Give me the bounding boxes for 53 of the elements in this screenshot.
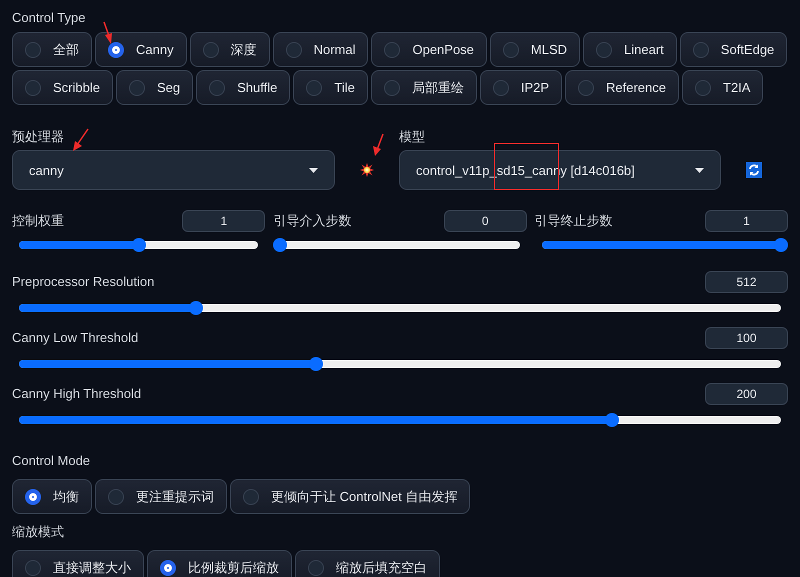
radio-option[interactable]: Shuffle bbox=[196, 70, 290, 105]
section-label: 缩放模式 bbox=[12, 524, 64, 539]
number-field[interactable]: 100 bbox=[705, 327, 788, 349]
section-label: Control Type bbox=[12, 10, 86, 26]
radio-option[interactable]: 缩放后填充空白 bbox=[295, 550, 440, 577]
caret-icon bbox=[694, 168, 704, 172]
annotation-arrow bbox=[103, 22, 112, 44]
radio-option[interactable]: MLSD bbox=[490, 32, 580, 67]
explosion-icon[interactable] bbox=[360, 163, 374, 177]
radio-option[interactable]: Seg bbox=[116, 70, 194, 105]
slider-label: 引导终止步数 bbox=[534, 213, 613, 229]
radio-option[interactable]: Lineart bbox=[583, 32, 677, 67]
number-field[interactable]: 1 bbox=[182, 210, 266, 232]
slider-label: 控制权重 bbox=[12, 213, 64, 229]
number-field[interactable]: 200 bbox=[705, 383, 788, 405]
radio-option[interactable]: Tile bbox=[293, 70, 368, 105]
slider-thumb[interactable] bbox=[132, 238, 146, 252]
number-field[interactable]: 0 bbox=[444, 210, 527, 232]
section-label: Control Mode bbox=[12, 453, 90, 468]
annotation-arrow bbox=[373, 134, 384, 156]
slider-label: Canny High Threshold bbox=[12, 386, 142, 402]
radio-option[interactable]: Scribble bbox=[12, 70, 113, 105]
number-field[interactable]: 512 bbox=[705, 271, 788, 293]
radio-option[interactable]: SoftEdge bbox=[680, 32, 788, 67]
radio-option[interactable]: 全部 bbox=[12, 32, 92, 67]
radio-option[interactable]: OpenPose bbox=[371, 32, 487, 67]
slider-label: Preprocessor Resolution bbox=[12, 274, 154, 290]
radio-option[interactable]: 均衡 bbox=[12, 479, 92, 514]
slider-thumb[interactable] bbox=[273, 238, 288, 252]
radio-option[interactable]: 更注重提示词 bbox=[95, 479, 227, 514]
slider-thumb[interactable] bbox=[309, 357, 324, 371]
caret-icon bbox=[308, 168, 318, 172]
slider-thumb[interactable] bbox=[774, 238, 788, 252]
radio-option[interactable]: 局部重绘 bbox=[370, 70, 477, 105]
field-label: 模型 bbox=[399, 129, 426, 145]
radio-option[interactable]: 更倾向于让 ControlNet 自由发挥 bbox=[230, 479, 470, 514]
slider-thumb[interactable] bbox=[188, 301, 203, 315]
radio-option[interactable]: Canny bbox=[95, 32, 187, 67]
radio-option[interactable]: T2IA bbox=[682, 70, 764, 105]
radio-option[interactable]: IP2P bbox=[480, 70, 562, 105]
number-field[interactable]: 1 bbox=[704, 210, 788, 232]
radio-option[interactable]: 直接调整大小 bbox=[12, 550, 144, 577]
radio-option[interactable]: Reference bbox=[565, 70, 679, 105]
preprocessor-dropdown[interactable]: canny bbox=[12, 150, 335, 190]
annotation-arrow bbox=[73, 128, 89, 151]
refresh-icon[interactable] bbox=[746, 162, 762, 178]
field-label: 预处理器 bbox=[12, 129, 64, 145]
radio-option[interactable]: 深度 bbox=[190, 32, 270, 67]
slider-thumb[interactable] bbox=[604, 413, 619, 427]
radio-option[interactable]: Normal bbox=[272, 32, 368, 67]
slider-label: Canny Low Threshold bbox=[12, 330, 138, 346]
slider-label: 引导介入步数 bbox=[273, 213, 352, 229]
radio-option[interactable]: 比例裁剪后缩放 bbox=[147, 550, 292, 577]
